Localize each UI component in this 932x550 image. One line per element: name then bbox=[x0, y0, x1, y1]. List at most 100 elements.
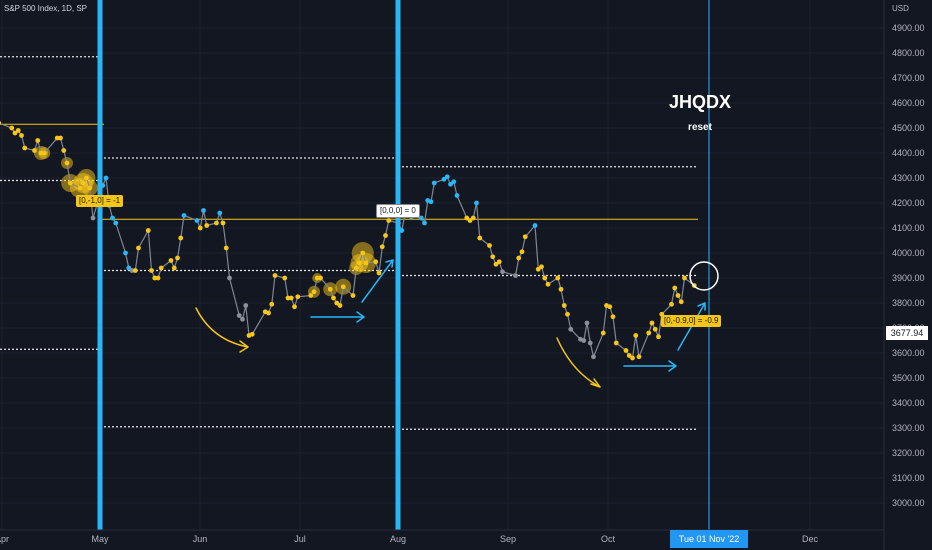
price-point bbox=[249, 331, 255, 337]
price-point bbox=[64, 160, 70, 166]
price-point bbox=[311, 289, 317, 295]
price-point bbox=[201, 208, 206, 213]
price-point bbox=[522, 234, 528, 240]
price-point bbox=[633, 333, 639, 338]
price-point bbox=[110, 215, 115, 221]
price-point bbox=[636, 354, 642, 360]
price-point bbox=[646, 330, 652, 336]
price-point bbox=[292, 304, 297, 310]
price-point bbox=[103, 175, 109, 181]
price-point bbox=[168, 258, 174, 263]
x-tick-label: Jul bbox=[294, 534, 306, 544]
price-point bbox=[80, 180, 86, 186]
price-point bbox=[272, 273, 278, 278]
price-point bbox=[282, 275, 288, 281]
price-point bbox=[558, 286, 564, 292]
y-tick-label: 4200.00 bbox=[892, 198, 925, 208]
price-point bbox=[175, 255, 180, 261]
currency-label: USD bbox=[892, 4, 909, 13]
y-tick-label: 4000.00 bbox=[892, 248, 925, 258]
price-point bbox=[87, 185, 93, 191]
price-point bbox=[581, 338, 587, 343]
price-point bbox=[500, 269, 505, 275]
drawings-layer bbox=[97, 0, 719, 530]
price-point bbox=[223, 245, 229, 251]
price-point bbox=[236, 313, 242, 318]
price-point bbox=[337, 303, 343, 308]
y-tick-label: 3200.00 bbox=[892, 448, 925, 458]
y-tick-label: 4300.00 bbox=[892, 173, 925, 183]
price-point bbox=[178, 235, 184, 241]
y-tick-label: 3500.00 bbox=[892, 373, 925, 383]
price-point bbox=[35, 138, 41, 143]
price-point bbox=[295, 294, 301, 300]
price-point bbox=[490, 254, 496, 260]
y-tick-label: 3300.00 bbox=[892, 423, 925, 433]
price-point bbox=[383, 233, 388, 238]
price-point bbox=[428, 199, 434, 205]
price-point bbox=[600, 330, 606, 336]
price-point bbox=[357, 260, 362, 266]
price-point bbox=[340, 284, 346, 290]
price-point bbox=[19, 133, 24, 138]
annotation-note-2[interactable]: [0,0,0] = 0 bbox=[376, 204, 420, 218]
price-point bbox=[379, 244, 385, 250]
price-point bbox=[607, 304, 613, 310]
vertical-marker bbox=[97, 0, 103, 530]
indicator-title: JHQDX bbox=[668, 92, 731, 112]
price-point bbox=[565, 311, 570, 317]
price-point bbox=[227, 275, 232, 281]
price-point bbox=[584, 320, 590, 326]
price-point bbox=[84, 175, 89, 181]
price-point bbox=[197, 225, 203, 231]
price-point bbox=[373, 259, 379, 265]
price-point bbox=[682, 275, 687, 281]
price-point bbox=[123, 250, 128, 256]
price-point bbox=[496, 259, 502, 265]
price-point bbox=[623, 348, 629, 353]
x-tick-label: Oct bbox=[601, 534, 616, 544]
price-point bbox=[376, 270, 382, 276]
price-point bbox=[90, 215, 96, 221]
y-tick-label: 3100.00 bbox=[892, 473, 925, 483]
x-tick-label: Aug bbox=[390, 534, 406, 544]
y-tick-label: 4500.00 bbox=[892, 123, 925, 133]
current-price-tag: 3677.94 bbox=[886, 326, 928, 340]
annotation-note-1[interactable]: [0,-1,0] = -1 bbox=[76, 195, 124, 207]
price-chart[interactable]: 3000.00 3100.00 3200.00 3300.00 3400.00 3500.… bbox=[0, 0, 932, 550]
price-point bbox=[675, 293, 681, 298]
price-point bbox=[171, 265, 177, 271]
series-layer bbox=[0, 120, 697, 361]
y-tick-label: 3400.00 bbox=[892, 398, 925, 408]
levels-layer bbox=[0, 56, 698, 430]
price-point bbox=[9, 125, 15, 131]
price-point bbox=[136, 245, 141, 251]
price-point bbox=[32, 148, 37, 153]
symbol-label[interactable]: S&P 500 Index, 1D, SP bbox=[4, 4, 87, 13]
price-point bbox=[15, 128, 21, 133]
x-tick-label: Jun bbox=[193, 534, 208, 544]
price-point bbox=[243, 303, 249, 308]
price-point bbox=[555, 275, 561, 281]
price-point bbox=[217, 210, 223, 216]
trend-arrow bbox=[556, 337, 601, 388]
price-point bbox=[672, 285, 678, 291]
price-point bbox=[487, 243, 492, 248]
price-point bbox=[431, 180, 437, 186]
price-point bbox=[77, 185, 83, 191]
reset-button[interactable]: reset bbox=[660, 122, 740, 133]
y-tick-label: 4400.00 bbox=[892, 148, 925, 158]
price-point bbox=[41, 150, 47, 156]
price-point bbox=[363, 260, 369, 266]
y-tick-label: 4700.00 bbox=[892, 73, 925, 83]
annotation-note-3[interactable]: [0,-0.9,0] = -0.9 bbox=[661, 315, 722, 327]
price-point bbox=[591, 354, 596, 360]
price-point bbox=[132, 268, 138, 273]
trend-arrow bbox=[310, 311, 365, 323]
y-tick-label: 4800.00 bbox=[892, 48, 925, 58]
price-point bbox=[516, 255, 522, 261]
price-point bbox=[58, 135, 63, 141]
vertical-marker bbox=[395, 0, 401, 530]
price-point bbox=[353, 265, 359, 271]
y-tick-label: 3800.00 bbox=[892, 298, 925, 308]
